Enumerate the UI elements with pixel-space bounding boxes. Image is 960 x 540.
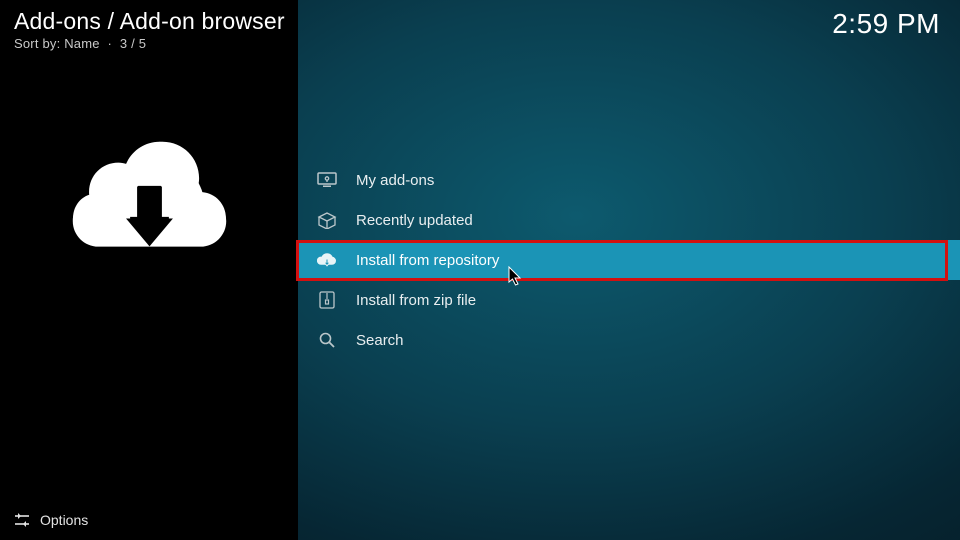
menu-item-label: Search	[356, 332, 404, 349]
menu-item-label: Install from repository	[356, 252, 499, 269]
search-icon	[316, 329, 338, 351]
zip-file-icon	[316, 289, 338, 311]
breadcrumb: Add-ons / Add-on browser	[14, 8, 285, 35]
sort-label: Sort by:	[14, 36, 60, 51]
menu-item-label: Install from zip file	[356, 292, 476, 309]
options-button[interactable]: Options	[14, 512, 88, 528]
menu-item-search[interactable]: Search	[298, 320, 960, 360]
sidebar: Add-ons / Add-on browser Sort by: Name ·…	[0, 0, 298, 540]
sort-value: Name	[64, 36, 99, 51]
menu-item-install-from-repository[interactable]: Install from repository	[298, 240, 960, 280]
clock: 2:59 PM	[832, 8, 940, 40]
menu-item-label: My add-ons	[356, 172, 434, 189]
separator-dot: ·	[108, 36, 113, 51]
menu-item-my-addons[interactable]: My add-ons	[298, 160, 960, 200]
monitor-icon	[316, 169, 338, 191]
menu-item-install-from-zip[interactable]: Install from zip file	[298, 280, 960, 320]
cloud-download-large-icon	[72, 124, 227, 254]
open-box-icon	[316, 209, 338, 231]
list-position: 3 / 5	[120, 36, 146, 51]
menu-item-label: Recently updated	[356, 212, 473, 229]
options-label: Options	[40, 512, 88, 528]
cloud-download-icon	[316, 249, 338, 271]
sort-line: Sort by: Name · 3 / 5	[14, 36, 146, 51]
sliders-icon	[14, 513, 30, 527]
menu-list: My add-ons Recently updated Install from…	[298, 160, 960, 360]
menu-item-recently-updated[interactable]: Recently updated	[298, 200, 960, 240]
